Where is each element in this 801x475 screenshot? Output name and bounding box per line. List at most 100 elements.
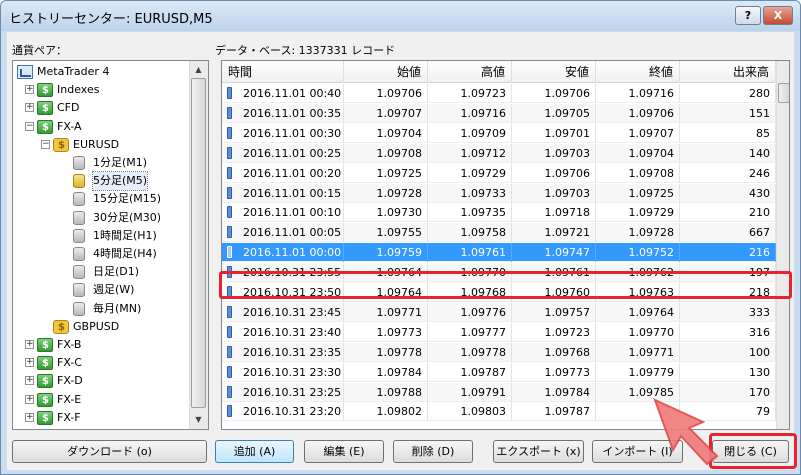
grid-cell[interactable]: 1.09703 [512, 183, 596, 203]
column-header[interactable]: 時間 [222, 61, 344, 83]
grid-cell[interactable]: 1.09776 [428, 302, 512, 322]
grid-cell[interactable]: 1.09729 [596, 203, 680, 223]
window-close-button[interactable]: X [763, 6, 793, 25]
grid-cell[interactable]: 1.09706 [512, 163, 596, 183]
grid-cell[interactable]: 1.09770 [596, 322, 680, 342]
table-row[interactable]: 2016.11.01 00:05 1.09755 1.09758 1.09721 1.0… [222, 223, 776, 243]
grid-cell[interactable]: 1.09778 [428, 342, 512, 362]
grid-cell[interactable]: 1.09788 [344, 382, 428, 402]
grid-cell[interactable]: 1.09791 [428, 382, 512, 402]
history-grid[interactable]: 時間 始値 高値 安値 終値 出来高 2016.11.01 00:40 1.09706 1.0… [221, 60, 790, 430]
grid-cell[interactable]: 1.09707 [596, 123, 680, 143]
grid-cell[interactable]: 316 [680, 322, 776, 342]
tree-scroll-up-icon[interactable]: ▲ [191, 62, 206, 78]
grid-cell[interactable]: 1.09764 [596, 302, 680, 322]
grid-cell[interactable]: 1.09723 [428, 84, 512, 103]
grid-cell[interactable]: 1.09761 [428, 243, 512, 263]
grid-cell[interactable]: 100 [680, 342, 776, 362]
grid-cell[interactable]: 2016.11.01 00:15 [222, 183, 344, 203]
grid-cell[interactable]: 2016.11.01 00:00 [222, 243, 344, 263]
grid-cell[interactable]: 1.09755 [344, 223, 428, 243]
table-row[interactable]: 2016.10.31 23:40 1.09773 1.09777 1.09723 1.0… [222, 322, 776, 342]
grid-cell[interactable]: 1.09757 [512, 302, 596, 322]
grid-cell[interactable]: 1.09730 [344, 203, 428, 223]
grid-cell[interactable]: 2016.10.31 23:35 [222, 342, 344, 362]
grid-cell[interactable]: 216 [680, 243, 776, 263]
grid-cell[interactable]: 1.09725 [344, 163, 428, 183]
export-button[interactable]: エクスポート (x) [493, 440, 584, 463]
table-row[interactable]: 2016.11.01 00:25 1.09708 1.09712 1.09703 1.0… [222, 143, 776, 163]
grid-cell[interactable]: 2016.11.01 00:30 [222, 123, 344, 143]
grid-cell[interactable]: 1.09705 [512, 103, 596, 123]
grid-cell[interactable]: 1.09768 [512, 342, 596, 362]
grid-cell[interactable]: 1.09728 [596, 223, 680, 243]
column-header[interactable]: 始値 [344, 61, 428, 83]
grid-cell[interactable]: 1.09777 [428, 322, 512, 342]
table-row[interactable]: 2016.11.01 00:15 1.09728 1.09733 1.09703 1.0… [222, 183, 776, 203]
grid-cell[interactable]: 1.09771 [596, 342, 680, 362]
grid-cell[interactable]: 2016.11.01 00:35 [222, 103, 344, 123]
grid-cell[interactable]: 1.09733 [428, 183, 512, 203]
grid-cell[interactable]: 1.09718 [512, 203, 596, 223]
grid-cell[interactable]: 1.09747 [512, 243, 596, 263]
expand-icon[interactable]: + [25, 103, 34, 113]
grid-cell[interactable]: 2016.10.31 23:20 [222, 402, 344, 422]
grid-cell[interactable]: 1.09752 [596, 243, 680, 263]
grid-cell[interactable]: 1.09758 [428, 223, 512, 243]
grid-cell[interactable]: 1.09721 [512, 223, 596, 243]
grid-cell[interactable]: 1.09784 [512, 382, 596, 402]
grid-cell[interactable]: 1.09706 [596, 103, 680, 123]
grid-scroll-thumb[interactable] [778, 83, 789, 103]
grid-cell[interactable]: 1.09704 [344, 123, 428, 143]
grid-cell[interactable]: 2016.11.01 00:20 [222, 163, 344, 183]
column-header[interactable]: 高値 [428, 61, 512, 83]
expand-icon[interactable]: + [25, 394, 34, 404]
grid-cell[interactable]: 333 [680, 302, 776, 322]
grid-cell[interactable]: 2016.10.31 23:25 [222, 382, 344, 402]
grid-cell[interactable]: 246 [680, 163, 776, 183]
grid-cell[interactable]: 1.09779 [596, 362, 680, 382]
grid-cell[interactable]: 430 [680, 183, 776, 203]
table-row[interactable]: 2016.11.01 00:10 1.09730 1.09735 1.09718 1.0… [222, 203, 776, 223]
grid-cell[interactable]: 2016.11.01 00:25 [222, 143, 344, 163]
grid-cell[interactable]: 1.09729 [428, 163, 512, 183]
expand-icon[interactable]: + [25, 358, 34, 368]
grid-cell[interactable]: 140 [680, 143, 776, 163]
grid-cell[interactable]: 1.09708 [596, 163, 680, 183]
grid-cell[interactable]: 1.09707 [344, 103, 428, 123]
grid-cell[interactable]: 2016.10.31 23:40 [222, 322, 344, 342]
grid-cell[interactable]: 85 [680, 123, 776, 143]
grid-cell[interactable]: 210 [680, 203, 776, 223]
grid-cell[interactable]: 1.09728 [344, 183, 428, 203]
help-button[interactable]: ? [735, 6, 761, 25]
grid-cell[interactable]: 1.09771 [344, 302, 428, 322]
grid-cell[interactable]: 2016.10.31 23:45 [222, 302, 344, 322]
grid-cell[interactable]: 1.09759 [344, 243, 428, 263]
grid-cell[interactable]: 1.09773 [512, 362, 596, 382]
grid-cell[interactable]: 1.09735 [428, 203, 512, 223]
tree-scroll-thumb[interactable] [191, 78, 206, 408]
grid-cell[interactable]: 667 [680, 223, 776, 243]
grid-cell[interactable]: 280 [680, 84, 776, 103]
expand-icon[interactable]: + [25, 85, 34, 95]
tree-scroll-down-icon[interactable]: ▼ [191, 412, 206, 428]
grid-cell[interactable]: 1.09787 [428, 362, 512, 382]
table-row[interactable]: 2016.10.31 23:30 1.09784 1.09787 1.09773 1.0… [222, 362, 776, 382]
grid-cell[interactable]: 2016.11.01 00:10 [222, 203, 344, 223]
grid-cell[interactable]: 1.09803 [428, 402, 512, 422]
edit-button[interactable]: 編集 (E) [304, 440, 384, 463]
grid-cell[interactable]: 2016.11.01 00:40 [222, 84, 344, 103]
grid-cell[interactable]: 151 [680, 103, 776, 123]
delete-button[interactable]: 削除 (D) [393, 440, 473, 463]
grid-cell[interactable]: 2016.10.31 23:30 [222, 362, 344, 382]
column-header[interactable]: 出来高 [680, 61, 776, 83]
table-row[interactable]: 2016.11.01 00:30 1.09704 1.09709 1.09701 1.0… [222, 123, 776, 143]
grid-cell[interactable]: 1.09709 [428, 123, 512, 143]
grid-cell[interactable]: 130 [680, 362, 776, 382]
grid-cell[interactable]: 1.09725 [596, 183, 680, 203]
collapse-icon[interactable]: − [41, 139, 50, 149]
column-header[interactable]: 安値 [512, 61, 596, 83]
column-header[interactable]: 終値 [596, 61, 680, 83]
grid-cell[interactable]: 1.09778 [344, 342, 428, 362]
table-row[interactable]: 2016.11.01 00:20 1.09725 1.09729 1.09706 1.0… [222, 163, 776, 183]
